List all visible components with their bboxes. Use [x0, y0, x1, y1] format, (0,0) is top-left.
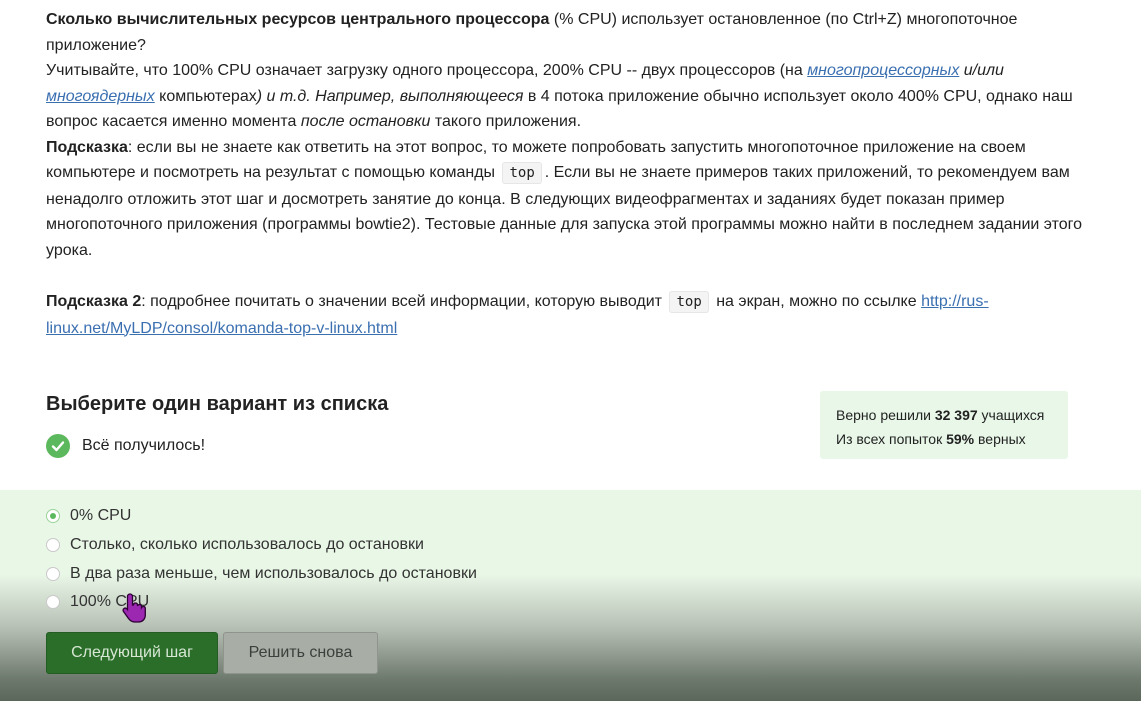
next-step-button[interactable]: Следующий шаг — [46, 632, 218, 674]
stats-text: учащихся — [977, 407, 1045, 423]
retry-button[interactable]: Решить снова — [223, 632, 378, 674]
link-multicore[interactable]: многоядерных — [46, 88, 155, 105]
hand-pointer-icon — [122, 593, 146, 623]
note-paragraph: Учитывайте, что 100% CPU означает загруз… — [46, 58, 1086, 135]
note-text: ) и т.д. Например, — [256, 87, 400, 105]
stats-value: 59% — [946, 431, 975, 447]
note-text: компьютерах — [154, 87, 257, 105]
stats-text: Верно решили — [836, 407, 935, 423]
hint-paragraph: Подсказка: если вы не знаете как ответит… — [46, 135, 1086, 264]
hint2-paragraph: Подсказка 2: подробнее почитать о значен… — [46, 289, 1086, 341]
radio[interactable] — [46, 538, 60, 552]
stats-box: Верно решили 32 397 учащихся Из всех поп… — [820, 391, 1068, 459]
option-0-cpu[interactable]: 0% CPU — [46, 507, 131, 525]
option-label: 0% CPU — [70, 507, 132, 524]
stats-text: Из всех попыток — [836, 431, 947, 447]
note-text: Учитывайте, что 100% CPU означает загруз… — [46, 62, 808, 79]
option-label: В два раза меньше, чем использовалось до… — [70, 565, 477, 582]
radio[interactable] — [46, 595, 60, 609]
command-top: top — [669, 291, 709, 313]
radio[interactable] — [46, 567, 60, 581]
result-text: Всё получилось! — [82, 437, 206, 454]
result-message: Всё получилось! — [46, 434, 205, 458]
option-label: Столько, сколько использовалось до остан… — [70, 536, 424, 553]
question-paragraph: Сколько вычислительных ресурсов централь… — [46, 7, 1086, 58]
hint-label: Подсказка — [46, 138, 128, 156]
link-multiprocessor[interactable]: многопроцессорных — [807, 62, 959, 79]
note-text: такого приложения. — [430, 113, 582, 130]
stats-percent: Из всех попыток 59% верных — [836, 427, 1052, 451]
stats-text: верных — [974, 431, 1026, 447]
option-half[interactable]: В два раза меньше, чем использовалось до… — [46, 565, 477, 583]
note-emphasis: после остановки — [300, 113, 431, 130]
stats-value: 32 397 — [934, 407, 978, 423]
option-same-as-before[interactable]: Столько, сколько использовалось до остан… — [46, 536, 424, 554]
check-circle-icon — [46, 434, 70, 458]
hint2-text: : подробнее почитать о значении всей инф… — [141, 293, 663, 310]
step-text: Сколько вычислительных ресурсов централь… — [46, 7, 1086, 341]
quiz-title: Выберите один вариант из списка — [46, 393, 389, 415]
note-emphasis: выполняющееся — [399, 87, 524, 105]
radio-selected[interactable] — [46, 509, 60, 523]
command-top: top — [502, 162, 542, 184]
question-bold: Сколько вычислительных ресурсов централь… — [46, 11, 550, 28]
note-text: и/или — [959, 62, 1004, 79]
stats-solved: Верно решили 32 397 учащихся — [836, 403, 1052, 427]
hint2-text: на экран, можно по ссылке — [716, 293, 922, 310]
hint2-label: Подсказка 2 — [46, 293, 142, 310]
